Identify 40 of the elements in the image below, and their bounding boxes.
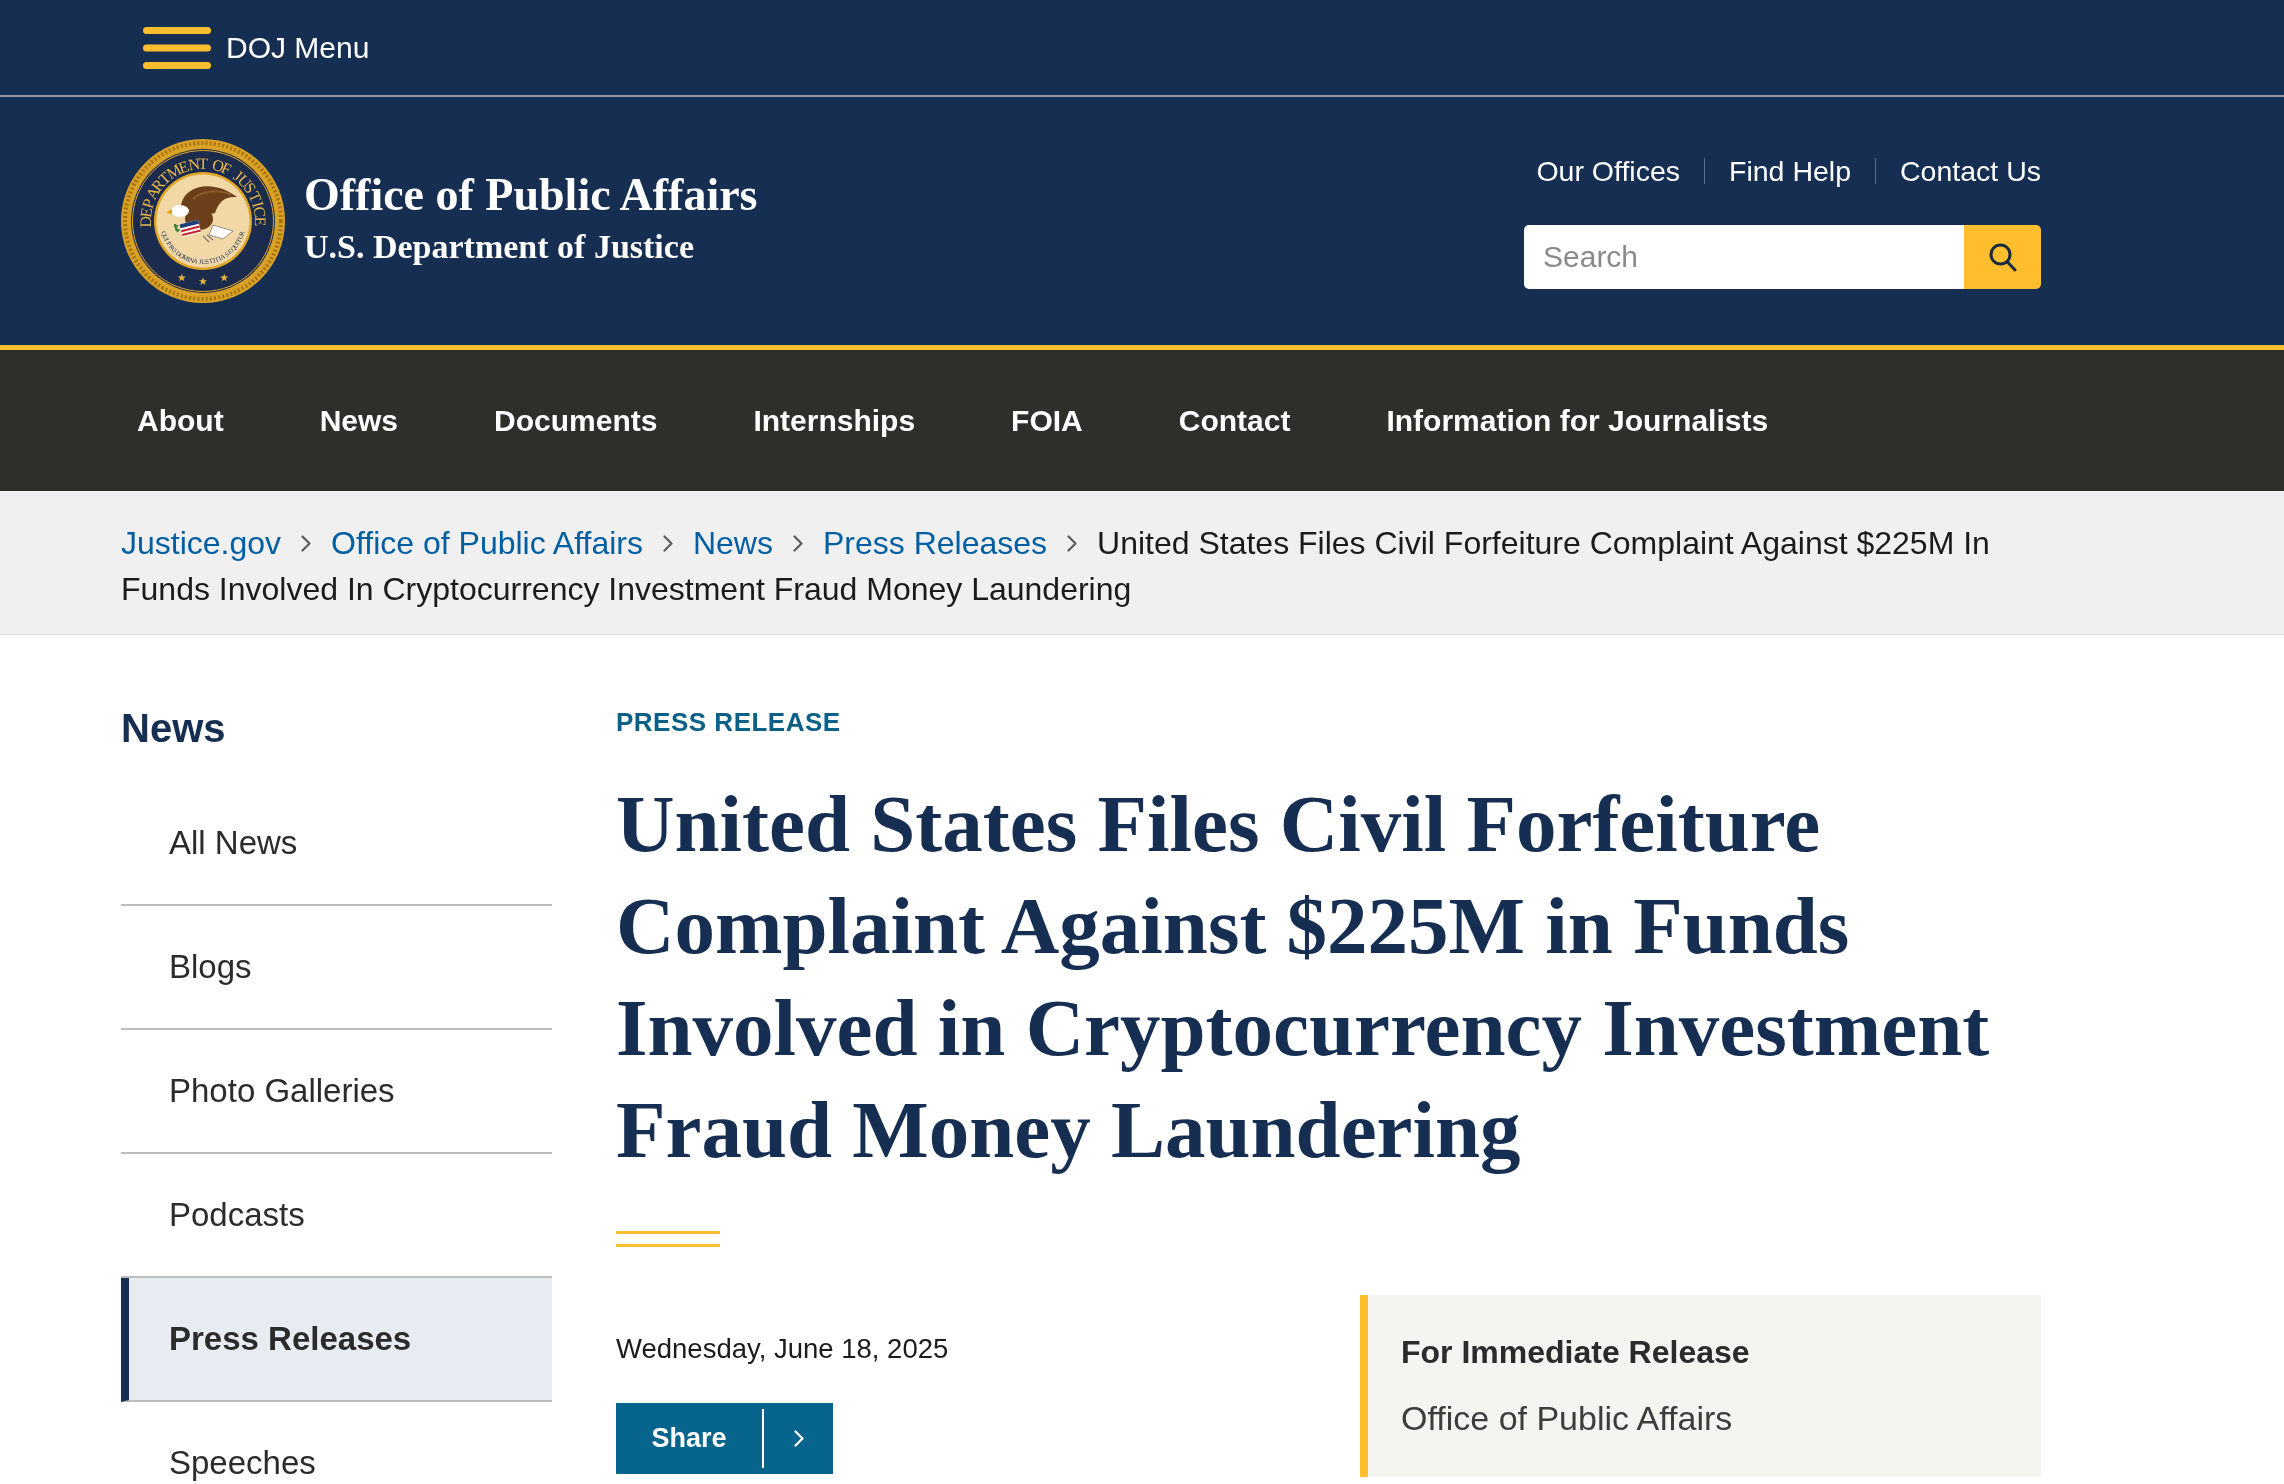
breadcrumb-current: Funds Involved In Cryptocurrency Investment Fraud Money Laundering <box>121 571 1132 607</box>
release-source: Office of Public Affairs <box>1401 1399 1734 1437</box>
nav-link[interactable]: Documents <box>478 402 674 439</box>
breadcrumb-current: United States Files Civil Forfeiture Complaint Against $225M In <box>1097 524 1990 563</box>
department-subtitle: U.S. Department of Justice <box>304 227 695 267</box>
nav-link[interactable]: Information for Journalists <box>1370 402 1785 439</box>
utility-link[interactable]: Our Offices <box>1536 153 1681 189</box>
chevron-right-icon <box>792 534 803 552</box>
release-heading: For Immediate Release <box>1401 1333 1751 1371</box>
sidebar-item[interactable]: Photo Galleries <box>121 1030 552 1154</box>
nav-link[interactable]: Contact <box>1162 402 1307 439</box>
search-field[interactable]: Search <box>1524 225 1964 289</box>
utility-link[interactable]: Contact Us <box>1900 153 2041 189</box>
chevron-right-icon <box>1067 534 1078 552</box>
menu-icon <box>143 26 211 69</box>
chevron-right-icon <box>793 1430 804 1447</box>
sidebar-heading: News <box>121 705 227 751</box>
search-icon <box>1988 242 2017 272</box>
nav-link[interactable]: News <box>303 402 414 439</box>
breadcrumb-link[interactable]: Office of Public Affairs <box>331 520 643 566</box>
breadcrumb-link[interactable]: Justice.gov <box>121 520 282 566</box>
chevron-right-icon <box>662 534 673 552</box>
sidebar-item[interactable]: Press Releases <box>121 1278 552 1402</box>
doj-menu-button[interactable]: DOJ Menu <box>143 26 370 69</box>
search-button[interactable] <box>1964 225 2041 289</box>
share-button[interactable]: Share <box>616 1403 833 1474</box>
sidebar-item[interactable]: Speeches <box>121 1402 552 1484</box>
breadcrumb-link[interactable]: Press Releases <box>822 520 1048 566</box>
utility-link[interactable]: Find Help <box>1729 153 1851 189</box>
chevron-right-icon <box>301 534 312 552</box>
press-release-label: PRESS RELEASE <box>616 707 842 737</box>
office-title: Office of Public Affairs <box>304 169 758 221</box>
nav-link[interactable]: Internships <box>737 402 932 439</box>
breadcrumb-link[interactable]: News <box>692 520 773 566</box>
nav-link[interactable]: About <box>121 402 240 439</box>
release-date: Wednesday, June 18, 2025 <box>616 1332 950 1366</box>
nav-link[interactable]: FOIA <box>995 402 1099 439</box>
sidebar-item[interactable]: All News <box>121 782 552 906</box>
article-title: United States Files Civil Forfeiture Complaint Against $225M in Funds Involved in Cryptocurrency Investment Fraud Money Laundering <box>616 778 1991 1177</box>
sidebar-item[interactable]: Blogs <box>121 906 552 1030</box>
